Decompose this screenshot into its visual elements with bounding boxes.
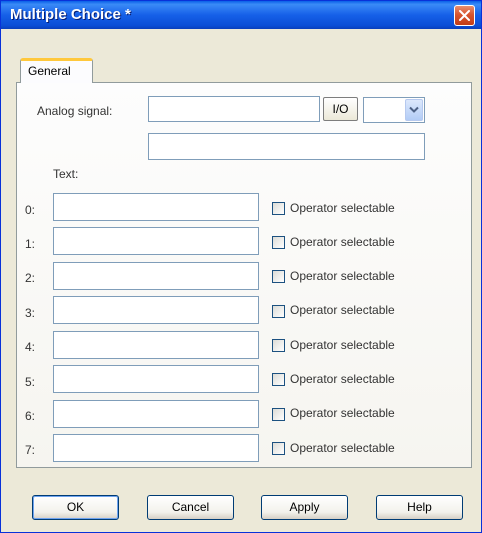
operator-selectable-label[interactable]: Operator selectable [290, 441, 395, 455]
help-button[interactable]: Help [376, 495, 463, 520]
operator-selectable-label[interactable]: Operator selectable [290, 201, 395, 215]
chevron-down-icon [409, 106, 419, 113]
close-button[interactable] [454, 5, 475, 26]
operator-selectable-checkbox[interactable] [272, 339, 285, 352]
choice-text-input[interactable] [53, 262, 259, 290]
window-title: Multiple Choice * [10, 6, 131, 23]
io-select[interactable] [363, 97, 425, 123]
choice-index: 2: [25, 271, 36, 285]
title-bar[interactable]: Multiple Choice * [1, 1, 481, 29]
tab-general-label: General [28, 64, 71, 78]
choice-index: 0: [25, 203, 36, 217]
text-heading: Text: [53, 167, 79, 181]
operator-selectable-label[interactable]: Operator selectable [290, 338, 395, 352]
signal-description-field[interactable] [148, 133, 425, 160]
choice-index: 3: [25, 306, 36, 320]
io-button[interactable]: I/O [323, 97, 358, 121]
operator-selectable-checkbox[interactable] [272, 202, 285, 215]
choice-text-input[interactable] [53, 365, 259, 393]
choice-text-input[interactable] [53, 400, 259, 428]
choice-text-input[interactable] [53, 434, 259, 462]
ok-button[interactable]: OK [32, 495, 119, 520]
choice-index: 1: [25, 237, 36, 251]
operator-selectable-checkbox[interactable] [272, 442, 285, 455]
operator-selectable-label[interactable]: Operator selectable [290, 406, 395, 420]
choice-text-input[interactable] [53, 296, 259, 324]
close-icon [459, 10, 470, 21]
choice-index: 7: [25, 443, 36, 457]
choice-text-input[interactable] [53, 193, 259, 221]
choice-index: 4: [25, 340, 36, 354]
choice-text-input[interactable] [53, 331, 259, 359]
operator-selectable-checkbox[interactable] [272, 408, 285, 421]
choice-text-input[interactable] [53, 227, 259, 255]
multiple-choice-dialog: Multiple Choice * General Analog signal:… [0, 0, 482, 533]
analog-signal-input[interactable] [148, 96, 320, 122]
analog-signal-label: Analog signal: [37, 104, 113, 118]
choice-index: 6: [25, 409, 36, 423]
operator-selectable-label[interactable]: Operator selectable [290, 269, 395, 283]
cancel-button[interactable]: Cancel [147, 495, 234, 520]
io-select-dropdown-button[interactable] [405, 99, 423, 121]
operator-selectable-label[interactable]: Operator selectable [290, 372, 395, 386]
tab-general[interactable]: General [20, 58, 93, 83]
apply-button[interactable]: Apply [261, 495, 348, 520]
operator-selectable-label[interactable]: Operator selectable [290, 235, 395, 249]
operator-selectable-checkbox[interactable] [272, 305, 285, 318]
operator-selectable-checkbox[interactable] [272, 236, 285, 249]
operator-selectable-checkbox[interactable] [272, 270, 285, 283]
operator-selectable-label[interactable]: Operator selectable [290, 303, 395, 317]
choice-index: 5: [25, 375, 36, 389]
operator-selectable-checkbox[interactable] [272, 373, 285, 386]
